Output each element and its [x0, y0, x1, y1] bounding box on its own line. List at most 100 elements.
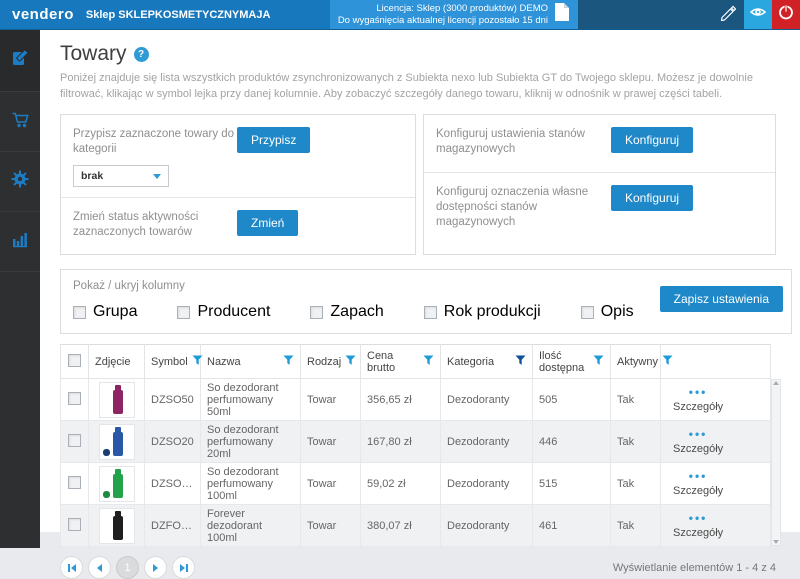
checkbox-rok-produkcji[interactable]	[424, 306, 437, 319]
checkbox-label: Opis	[601, 303, 634, 321]
product-image	[99, 382, 135, 418]
current-page-button[interactable]: 1	[116, 556, 139, 579]
select-all-checkbox[interactable]	[68, 354, 81, 367]
logout-button[interactable]	[772, 0, 800, 29]
filter-icon-quantity[interactable]	[593, 355, 604, 369]
next-page-button[interactable]	[144, 556, 167, 579]
document-icon[interactable]	[554, 2, 570, 27]
license-info: Licencja: Sklep (3000 produktów) DEMO Do…	[330, 0, 578, 29]
column-option-producent: Producent	[177, 303, 270, 321]
sidebar-item-settings[interactable]	[0, 152, 40, 212]
first-page-button[interactable]	[60, 556, 83, 579]
header-quantity: Ilość dostępna	[539, 350, 589, 374]
checkbox-opis[interactable]	[581, 306, 594, 319]
product-image	[99, 466, 135, 502]
next-page-icon	[153, 564, 158, 572]
checkbox-label: Grupa	[93, 303, 137, 321]
chevron-down-icon	[153, 174, 161, 179]
header-price: Cena brutto	[367, 350, 419, 374]
panel-left: Przypisz zaznaczone towary do kategorii …	[60, 114, 416, 255]
cell-type: Towar	[301, 421, 361, 463]
scroll-down-icon[interactable]	[773, 540, 779, 544]
scroll-up-icon[interactable]	[773, 381, 779, 385]
cell-symbol: DZSO20	[145, 421, 201, 463]
page-description: Poniżej znajduje się lista wszystkich pr…	[60, 70, 760, 102]
prev-page-button[interactable]	[88, 556, 111, 579]
details-link[interactable]: •••Szczegóły	[667, 513, 723, 539]
table-scrollbar[interactable]	[771, 379, 781, 546]
main-content: Towary ? Poniżej znajduje się lista wszy…	[40, 30, 800, 532]
assign-category-section: Przypisz zaznaczone towary do kategorii …	[61, 115, 415, 197]
filter-icon-price[interactable]	[423, 355, 434, 369]
cart-icon	[10, 109, 30, 134]
change-status-button[interactable]: Zmień	[237, 210, 298, 236]
cell-price: 380,07 zł	[361, 505, 441, 547]
category-dropdown[interactable]: brak	[73, 165, 169, 187]
category-dropdown-value: brak	[81, 170, 103, 182]
ellipsis-icon: •••	[673, 429, 723, 439]
details-link[interactable]: •••Szczegóły	[667, 471, 723, 497]
topbar: vendero Sklep SKLEPKOSMETYCZNYMAJA Licen…	[0, 0, 800, 30]
cell-symbol: DZFO…	[145, 505, 201, 547]
cell-quantity: 461	[533, 505, 611, 547]
availability-settings-label: Konfiguruj oznaczenia własne dostępności…	[436, 185, 618, 230]
save-settings-button[interactable]: Zapisz ustawienia	[660, 286, 783, 312]
filter-icon-active[interactable]	[662, 355, 673, 369]
sidebar-item-orders[interactable]	[0, 92, 40, 152]
settings-icon	[10, 169, 30, 194]
header-photo: Zdjęcie	[95, 356, 130, 368]
assign-button[interactable]: Przypisz	[237, 127, 310, 153]
filter-icon-category-active[interactable]	[515, 355, 526, 369]
column-option-opis: Opis	[581, 303, 634, 321]
cell-symbol: DZSO…	[145, 463, 201, 505]
sidebar-item-stats[interactable]	[0, 212, 40, 272]
prev-page-icon	[97, 564, 102, 572]
details-link[interactable]: •••Szczegóły	[667, 387, 723, 413]
row-checkbox[interactable]	[68, 434, 81, 447]
availability-settings-section: Konfiguruj oznaczenia własne dostępności…	[424, 172, 775, 240]
header-type: Rodzaj	[307, 356, 341, 368]
preview-shop-button[interactable]	[744, 0, 772, 29]
first-page-icon	[71, 564, 76, 572]
cell-active: Tak	[611, 505, 661, 547]
vendero-logo[interactable]: vendero	[0, 0, 86, 29]
cell-category: Dezodoranty	[441, 505, 533, 547]
checkbox-label: Zapach	[330, 303, 383, 321]
product-image	[99, 508, 135, 544]
checkbox-grupa[interactable]	[73, 306, 86, 319]
license-line2: Do wygaśnięcia aktualnej licencji pozost…	[338, 15, 548, 27]
table-row: DZSO… So dezodorant perfumowany 100ml To…	[61, 463, 771, 505]
details-link[interactable]: •••Szczegóły	[667, 429, 723, 455]
row-checkbox[interactable]	[68, 476, 81, 489]
eye-icon	[749, 3, 767, 26]
table-row: DZSO20 So dezodorant perfumowany 20ml To…	[61, 421, 771, 463]
sidebar	[0, 30, 40, 548]
filter-icon-type[interactable]	[345, 355, 356, 369]
pencil-icon[interactable]	[719, 4, 736, 26]
last-page-button[interactable]	[172, 556, 195, 579]
license-line1: Licencja: Sklep (3000 produktów) DEMO	[338, 3, 548, 15]
ellipsis-icon: •••	[673, 513, 723, 523]
availability-configure-button[interactable]: Konfiguruj	[611, 185, 693, 211]
checkbox-label: Producent	[197, 303, 270, 321]
page-title: Towary	[60, 42, 127, 66]
product-image	[99, 424, 135, 460]
cell-category: Dezodoranty	[441, 421, 533, 463]
power-icon	[777, 3, 795, 26]
checkbox-producent[interactable]	[177, 306, 190, 319]
row-checkbox[interactable]	[68, 518, 81, 531]
help-icon[interactable]: ?	[134, 47, 149, 62]
cell-active: Tak	[611, 421, 661, 463]
table-row: DZSO50 So dezodorant perfumowany 50ml To…	[61, 379, 771, 421]
stock-configure-button[interactable]: Konfiguruj	[611, 127, 693, 153]
sidebar-item-products[interactable]	[0, 30, 40, 92]
cell-category: Dezodoranty	[441, 463, 533, 505]
filter-icon-name[interactable]	[283, 355, 294, 369]
checkbox-zapach[interactable]	[310, 306, 323, 319]
cell-category: Dezodoranty	[441, 379, 533, 421]
pagination-summary: Wyświetlanie elementów 1 - 4 z 4	[613, 562, 776, 574]
row-checkbox[interactable]	[68, 392, 81, 405]
filter-icon-symbol[interactable]	[192, 355, 203, 369]
table-row: DZFO… Forever dezodorant 100ml Towar 380…	[61, 505, 771, 547]
products-table: Zdjęcie Symbol Nazwa Rodzaj Cena brutto …	[60, 344, 771, 547]
